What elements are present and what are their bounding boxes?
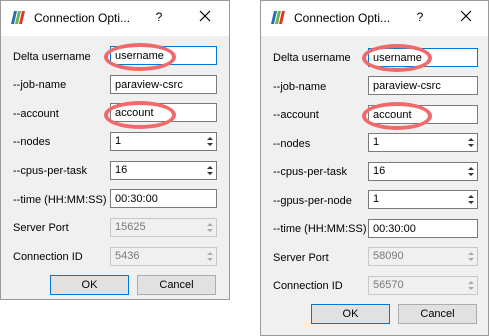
server-port-value: 58090	[373, 250, 404, 262]
server-port-label: Server Port	[273, 252, 329, 264]
connection-id-label: Connection ID	[13, 251, 83, 263]
nodes-label: --nodes	[273, 138, 311, 150]
help-button[interactable]: ?	[413, 10, 427, 24]
server-port-stepper: 58090	[368, 247, 478, 266]
delta-username-label: Delta username	[13, 51, 91, 63]
gpus-per-node-value: 1	[373, 193, 380, 205]
connection-id-stepper: 5436	[110, 247, 217, 266]
spin-arrows-icon	[466, 249, 476, 264]
cpus-per-task-label: --cpus-per-task	[273, 166, 347, 178]
account-input[interactable]	[368, 105, 478, 124]
gpus-per-node-stepper[interactable]: 1	[368, 190, 478, 209]
account-label: --account	[273, 109, 319, 121]
ok-button[interactable]: OK	[311, 304, 390, 324]
cancel-button[interactable]: Cancel	[137, 275, 216, 295]
gpus-per-node-label: --gpus-per-node	[273, 195, 352, 207]
cpus-per-task-value: 16	[373, 165, 386, 177]
cpus-per-task-stepper[interactable]: 16	[110, 161, 217, 180]
time-input[interactable]	[368, 219, 478, 238]
spin-arrows-icon	[205, 220, 215, 235]
nodes-stepper[interactable]: 1	[110, 132, 217, 151]
delta-username-label: Delta username	[273, 52, 351, 64]
nodes-value: 1	[115, 135, 122, 147]
time-label: --time (HH:MM:SS)	[13, 194, 107, 206]
connection-id-label: Connection ID	[273, 280, 343, 292]
close-icon[interactable]	[197, 8, 213, 24]
job-name-label: --job-name	[13, 79, 67, 91]
connection-id-value: 5436	[115, 250, 140, 262]
spin-arrows-icon	[466, 278, 476, 293]
dialog-title: Connection Opti...	[294, 11, 391, 25]
time-input[interactable]	[110, 189, 217, 208]
job-name-input[interactable]	[368, 76, 478, 95]
spin-arrows-icon	[205, 249, 215, 264]
paraview-logo-icon	[9, 11, 29, 24]
connection-id-stepper: 56570	[368, 276, 478, 295]
delta-username-input[interactable]	[110, 46, 217, 65]
server-port-stepper: 15625	[110, 218, 217, 237]
nodes-value: 1	[373, 136, 380, 148]
job-name-input[interactable]	[110, 75, 217, 94]
help-button[interactable]: ?	[152, 10, 166, 24]
spin-arrows-icon[interactable]	[466, 164, 476, 179]
spin-arrows-icon[interactable]	[466, 135, 476, 150]
nodes-label: --nodes	[13, 136, 51, 148]
spin-arrows-icon[interactable]	[205, 134, 215, 149]
job-name-label: --job-name	[273, 81, 327, 93]
title-bar: Connection Opti... ?	[261, 1, 488, 36]
paraview-logo-icon	[269, 11, 289, 24]
nodes-stepper[interactable]: 1	[368, 133, 478, 152]
server-port-value: 15625	[115, 221, 146, 233]
spin-arrows-icon[interactable]	[205, 163, 215, 178]
connection-options-dialog-left: Connection Opti... ? Delta username --jo…	[0, 0, 230, 300]
account-label: --account	[13, 108, 59, 120]
ok-button[interactable]: OK	[50, 275, 129, 295]
close-icon[interactable]	[458, 8, 474, 24]
connection-options-dialog-right: Connection Opti... ? Delta username --jo…	[260, 0, 489, 336]
cancel-button[interactable]: Cancel	[398, 304, 477, 324]
dialog-title: Connection Opti...	[34, 11, 131, 25]
connection-id-value: 56570	[373, 279, 404, 291]
cpus-per-task-label: --cpus-per-task	[13, 165, 87, 177]
cpus-per-task-stepper[interactable]: 16	[368, 162, 478, 181]
delta-username-input[interactable]	[368, 48, 478, 67]
server-port-label: Server Port	[13, 222, 69, 234]
time-label: --time (HH:MM:SS)	[273, 223, 367, 235]
title-bar: Connection Opti... ?	[1, 1, 229, 36]
account-input[interactable]	[110, 103, 217, 122]
cpus-per-task-value: 16	[115, 164, 128, 176]
spin-arrows-icon[interactable]	[466, 192, 476, 207]
